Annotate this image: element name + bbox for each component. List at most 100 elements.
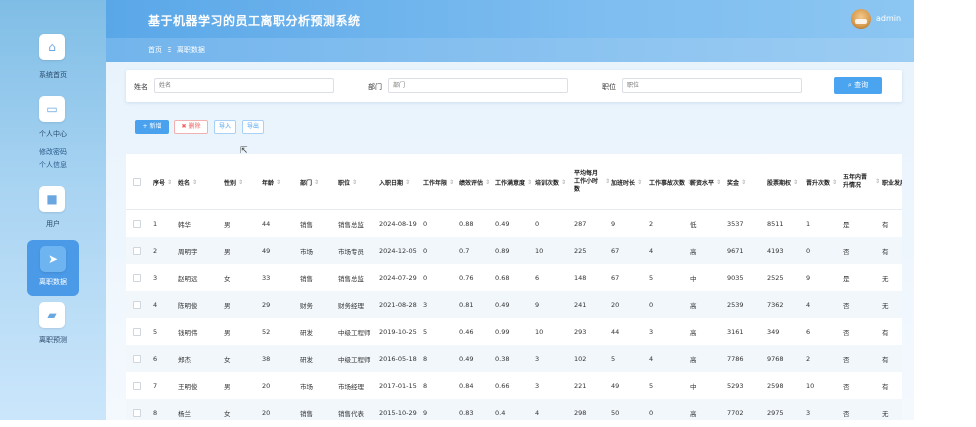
square-icon[interactable]: ■ [39, 186, 65, 212]
column-header[interactable]: 序号 ⇕ [153, 154, 177, 210]
username-label[interactable]: admin [876, 14, 901, 23]
select-all-checkbox[interactable] [133, 178, 141, 186]
sort-icon[interactable]: ⇕ [561, 179, 566, 186]
column-header[interactable]: 培训次数 ⇕ [535, 154, 572, 210]
column-header[interactable]: 股票期权 ⇕ [767, 154, 804, 210]
submenu-personal-info[interactable]: 个人信息 [0, 160, 106, 170]
column-header[interactable]: 工作满意度 ⇕ [495, 154, 533, 210]
table-cell: 市场 [300, 247, 313, 256]
column-header-label: 培训次数 [535, 179, 560, 187]
sort-icon[interactable]: ⇕ [276, 179, 281, 186]
breadcrumb-separator: Ξ [167, 46, 172, 54]
row-checkbox[interactable] [133, 408, 141, 417]
sidebar-item-resignation-data[interactable]: ➤ 离职数据 [27, 240, 79, 296]
column-header[interactable]: 加班时长 ⇕ [611, 154, 647, 210]
table-cell: 无 [882, 409, 889, 418]
row-checkbox[interactable] [133, 327, 141, 336]
delete-button[interactable]: ✖ 删除 [174, 120, 208, 134]
sort-icon[interactable]: ⇕ [605, 178, 610, 186]
sort-icon[interactable]: ⇕ [352, 179, 357, 186]
table-cell: 销售总监 [338, 220, 364, 229]
column-header[interactable]: 五年内晋升情况 ⇕ [843, 154, 880, 210]
table-row[interactable]: 2 周明宇 男 49 市场 市场专员 2024-12-05 0 0.7 0.89 10 225 67 4 高… [126, 237, 902, 264]
column-header[interactable]: 晋升次数 ⇕ [806, 154, 842, 210]
table-cell: 无 [882, 274, 889, 283]
sort-icon[interactable]: ⇕ [167, 179, 172, 186]
row-checkbox[interactable] [133, 354, 141, 363]
sort-icon[interactable]: ⇕ [405, 179, 410, 186]
submenu-change-password[interactable]: 修改密码 [0, 147, 106, 157]
column-header[interactable]: 入职日期 ⇕ [379, 154, 421, 210]
table-cell: 241 [574, 300, 587, 309]
sort-icon[interactable]: ⇕ [637, 179, 642, 186]
column-header-label: 序号 [153, 179, 166, 187]
sort-icon[interactable]: ⇕ [527, 179, 532, 186]
column-header[interactable]: 年龄 ⇕ [262, 154, 298, 210]
column-header-label: 职业发展 [882, 179, 902, 187]
column-header[interactable]: 职业发展 [882, 154, 902, 210]
export-button[interactable]: 导出 [242, 120, 264, 134]
sort-icon[interactable]: ⇕ [832, 179, 837, 186]
row-checkbox[interactable] [133, 381, 141, 390]
table-cell: 高 [690, 247, 697, 256]
row-checkbox[interactable] [133, 300, 141, 309]
column-header[interactable]: 工作事故次数 ⇕ [649, 154, 692, 210]
sort-icon[interactable]: ⇕ [449, 179, 454, 186]
table-row[interactable]: 3 赵明远 女 33 销售 销售总监 2024-07-29 0 0.76 0.68 6 148 67 5 中… [126, 264, 902, 291]
sidebar-item-home[interactable]: 系统首页 [0, 70, 106, 80]
table-row[interactable]: 5 钱明伟 男 52 研发 中级工程师 2019-10-25 5 0.46 0.99 10 293 44… [126, 318, 902, 345]
table-cell: 5293 [727, 381, 744, 390]
table-cell: 9035 [727, 273, 744, 282]
column-header[interactable]: 薪资水平 ⇕ [690, 154, 725, 210]
table-row[interactable]: 8 杨兰 女 20 销售 销售代表 2015-10-29 9 0.83 0.4 4 298 50 0 高 77… [126, 399, 902, 420]
sort-icon[interactable]: ⇕ [238, 179, 243, 186]
breadcrumb-home[interactable]: 首页 [148, 46, 162, 54]
table-cell: 2539 [727, 300, 744, 309]
column-header-label: 加班时长 [611, 179, 636, 187]
row-checkbox[interactable] [133, 273, 141, 282]
table-cell: 男 [224, 220, 231, 229]
sort-icon[interactable]: ⇕ [741, 179, 746, 186]
wallet-icon[interactable]: ▭ [39, 96, 65, 122]
table-cell: 0.49 [495, 300, 510, 309]
column-header[interactable]: 工作年限 ⇕ [423, 154, 457, 210]
sort-icon[interactable]: ⇕ [485, 179, 490, 186]
row-checkbox[interactable] [133, 246, 141, 255]
table-cell: 销售 [300, 409, 313, 418]
column-header[interactable]: 平均每月工作小时数 ⇕ [574, 154, 610, 210]
dept-input[interactable] [388, 78, 568, 93]
import-button[interactable]: 导入 [214, 120, 236, 134]
sidebar-item-users[interactable]: 用户 [0, 219, 106, 229]
name-label: 姓名 [134, 83, 148, 91]
column-header[interactable]: 姓名 ⇕ [178, 154, 222, 210]
column-header[interactable]: 职位 ⇕ [338, 154, 378, 210]
position-input[interactable] [622, 78, 802, 93]
name-input[interactable] [154, 78, 334, 93]
sort-icon[interactable]: ⇕ [793, 179, 798, 186]
sidebar-item-personal-center[interactable]: 个人中心 [0, 129, 106, 139]
column-header[interactable]: 奖金 ⇕ [727, 154, 765, 210]
add-button[interactable]: + 新增 [135, 120, 169, 134]
sidebar-item-resignation-prediction[interactable]: 离职预测 [0, 335, 106, 345]
table-cell: 0.89 [495, 246, 510, 255]
table-cell: 有 [882, 382, 889, 391]
query-button[interactable]: ⌕ 查询 [834, 77, 882, 94]
avatar[interactable] [851, 9, 871, 29]
sort-icon[interactable]: ⇕ [314, 179, 319, 186]
column-header[interactable]: 性别 ⇕ [224, 154, 260, 210]
table-row[interactable]: 1 韩华 男 44 销售 销售总监 2024-08-19 0 0.88 0.49 0 287 9 2 低 35… [126, 210, 902, 237]
briefcase-icon[interactable]: ▰ [39, 302, 65, 328]
row-checkbox[interactable] [133, 219, 141, 228]
sort-icon[interactable]: ⇕ [716, 179, 721, 186]
sort-icon[interactable]: ⇕ [875, 178, 880, 186]
sort-icon[interactable]: ⇕ [192, 179, 197, 186]
table-cell: 男 [224, 328, 231, 337]
table-row[interactable]: 6 郑杰 女 38 研发 中级工程师 2016-05-18 8 0.49 0.38 3 102 5 4 高 7… [126, 345, 902, 372]
table-cell: 7362 [767, 300, 784, 309]
column-header[interactable]: 部门 ⇕ [300, 154, 336, 210]
table-row[interactable]: 7 王明俊 男 20 市场 市场经理 2017-01-15 8 0.84 0.66 3 221 49 5 中… [126, 372, 902, 399]
table-row[interactable]: 4 陈明俊 男 29 财务 财务经理 2021-08-28 3 0.81 0.49 9 241 20 0 高… [126, 291, 902, 318]
home-icon[interactable]: ⌂ [39, 34, 65, 60]
table-cell: 0.7 [459, 246, 470, 255]
column-header[interactable]: 绩效评估 ⇕ [459, 154, 493, 210]
